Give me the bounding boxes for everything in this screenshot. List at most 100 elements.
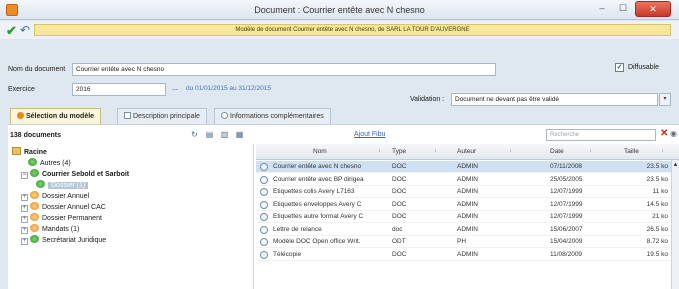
tree-item-dossier-annuel-cac[interactable]: + Dossier Annuel CAC xyxy=(21,202,106,213)
sort-indicator-icon: ↕ xyxy=(434,148,437,154)
cell-type: DOC xyxy=(392,250,407,258)
add-link[interactable]: Ajout Fibu xyxy=(354,131,386,138)
tree-item-courrier[interactable]: − Courrier Sebold et Sarboit xyxy=(21,169,129,180)
tree-item-autres[interactable]: Autres (4) xyxy=(28,158,71,169)
sort-indicator-icon: ↕ xyxy=(509,148,512,154)
exercice-field[interactable]: 2016 xyxy=(72,83,166,96)
diffusable-checkbox[interactable]: ✓ xyxy=(615,63,624,72)
cell-type: DOC xyxy=(392,188,407,195)
validation-label: Validation : xyxy=(410,96,445,103)
folder-icon xyxy=(36,180,45,188)
exercice-picker-button[interactable]: ... xyxy=(172,85,178,92)
cell-nom: Modèle DOC Open office Writ. xyxy=(273,238,361,245)
cell-nom: Courrier entête avec N chesno xyxy=(273,163,362,170)
cell-date: 25/05/2005 xyxy=(550,175,583,183)
table-row[interactable]: Lettre de relance doc ADMIN 15/06/2007 26.5 … xyxy=(256,224,679,236)
eye-icon[interactable]: ◉ xyxy=(670,129,677,138)
cell-date: 12/07/1999 xyxy=(550,213,583,220)
document-icon xyxy=(260,175,268,184)
cell-auteur: PH xyxy=(457,238,467,245)
doc-name-field[interactable]: Courrier entête avec N chesno xyxy=(72,63,496,76)
cell-date: 07/11/2008 xyxy=(550,163,583,170)
info-banner: Modèle de document Courrier entête avec … xyxy=(34,24,671,36)
column-header-auteur[interactable]: Auteur xyxy=(457,148,476,155)
tab-description-principale[interactable]: Description principale xyxy=(117,108,207,124)
cell-nom: Etiquettes enveloppes Avery C xyxy=(273,200,362,208)
grid-scrollbar[interactable]: ▲ xyxy=(671,160,679,289)
cell-type: DOC xyxy=(392,200,407,208)
window-title: Document : Courrier entête avec N chesno xyxy=(254,5,425,15)
table-row[interactable]: Télécopie DOC ADMIN 11/08/2009 19.5 ko xyxy=(256,249,679,261)
tree-item-dossier-annuel[interactable]: + Dossier Annuel xyxy=(21,191,89,202)
tree-root[interactable]: Racine xyxy=(12,147,47,158)
cell-type: DOC xyxy=(392,175,407,183)
clear-icon[interactable]: ✕ xyxy=(660,128,668,139)
document-count: 138 documents xyxy=(10,132,61,139)
cell-taille: 8.72 ko xyxy=(646,238,668,245)
validation-select[interactable]: Document ne devant pas être validé xyxy=(451,93,658,106)
column-header-nom[interactable]: Nom xyxy=(313,148,327,155)
maximize-button[interactable]: ☐ xyxy=(613,1,633,17)
tree-item-label: Dossier Permanent xyxy=(42,215,102,222)
document-icon xyxy=(260,250,268,259)
tree-item-mandats[interactable]: + Mandats (1) xyxy=(21,224,79,235)
tree-item-label: Dossier Annuel CAC xyxy=(42,204,106,211)
column-header-taille[interactable]: Taille xyxy=(624,148,639,155)
column-header-type[interactable]: Type xyxy=(392,148,406,155)
cell-date: 15/06/2007 xyxy=(550,225,583,233)
cell-taille: 26.5 ko xyxy=(646,225,668,233)
tree-item-label: Courrier Sebold et Sarboit xyxy=(42,171,130,178)
toolbar: ✔ ↶ Modèle de document Courrier entête a… xyxy=(0,21,679,39)
document-icon xyxy=(260,188,268,196)
root-folder-icon xyxy=(12,147,21,155)
table-row[interactable]: Etiquettes colis Avery L7163 DOC ADMIN 12/0… xyxy=(256,186,679,198)
table-row[interactable]: Courrier entête avec N chesno DOC ADMIN 07/… xyxy=(256,161,679,173)
table-row[interactable]: Courrier entête avec BP dirigea DOC ADMIN 2… xyxy=(256,174,679,186)
tree-options-icon[interactable]: ▦ xyxy=(235,130,244,139)
document-icon xyxy=(260,213,268,221)
cell-type: ODT xyxy=(392,238,406,245)
search-input[interactable]: Recherche xyxy=(546,129,656,141)
scroll-up-icon[interactable]: ▲ xyxy=(672,162,679,168)
expand-icon[interactable]: ▤ xyxy=(205,130,214,139)
validate-check-icon[interactable]: ✔ xyxy=(6,23,17,39)
cell-taille: 23.5 ko xyxy=(646,175,668,183)
column-header-date[interactable]: Date xyxy=(550,148,564,155)
folder-icon xyxy=(30,213,39,221)
tab-label: Informations complémentaires xyxy=(230,113,324,120)
folder-icon xyxy=(30,169,39,177)
tree-expander[interactable]: + xyxy=(21,238,28,245)
tree-expander[interactable]: + xyxy=(21,227,28,234)
tree-expander[interactable]: + xyxy=(21,205,28,212)
tree-expander[interactable]: + xyxy=(21,194,28,201)
tree-item-dossier[interactable]: Dossier (1) xyxy=(36,180,89,191)
folder-icon xyxy=(30,224,39,232)
tab-informations-complementaires[interactable]: Informations complémentaires xyxy=(214,108,331,124)
refresh-icon[interactable]: ↻ xyxy=(190,130,199,139)
validation-dropdown-button[interactable]: ▾ xyxy=(659,93,671,106)
table-row[interactable]: Etiquettes autre format Avery C DOC ADMIN 1… xyxy=(256,211,679,223)
cell-taille: 21 ko xyxy=(652,213,668,220)
tree-expander[interactable]: + xyxy=(21,216,28,223)
tree-item-secretariat[interactable]: + Secrétariat Juridique xyxy=(21,235,106,246)
table-row[interactable]: Modèle DOC Open office Writ. ODT PH 15/04/2… xyxy=(256,236,679,248)
table-row[interactable]: Etiquettes enveloppes Avery C DOC ADMIN 12/… xyxy=(256,199,679,211)
tab-label: Sélection du modèle xyxy=(26,113,95,120)
tree-expander[interactable]: − xyxy=(21,172,28,179)
undo-icon[interactable]: ↶ xyxy=(20,23,30,37)
grid-header: Nom ↕ Type ↕ Auteur ↕ Date ↕ Taille ↕ xyxy=(256,144,679,160)
tree-item-dossier-permanent[interactable]: + Dossier Permanent xyxy=(21,213,102,224)
tab-info-icon xyxy=(221,112,228,119)
close-button[interactable]: ✕ xyxy=(635,1,671,17)
document-icon xyxy=(260,200,268,209)
cell-taille: 23.5 ko xyxy=(646,163,668,170)
document-icon xyxy=(260,225,268,234)
document-icon xyxy=(260,238,268,246)
tree-root-label: Racine xyxy=(24,149,47,156)
tab-selection-modele[interactable]: Sélection du modèle xyxy=(10,108,102,124)
doc-name-label: Nom du document xyxy=(8,66,66,73)
cell-date: 12/07/1999 xyxy=(550,188,583,195)
tree-item-label: Autres (4) xyxy=(40,160,71,167)
minimize-button[interactable]: – xyxy=(592,1,612,17)
collapse-icon[interactable]: ▥ xyxy=(220,130,229,139)
